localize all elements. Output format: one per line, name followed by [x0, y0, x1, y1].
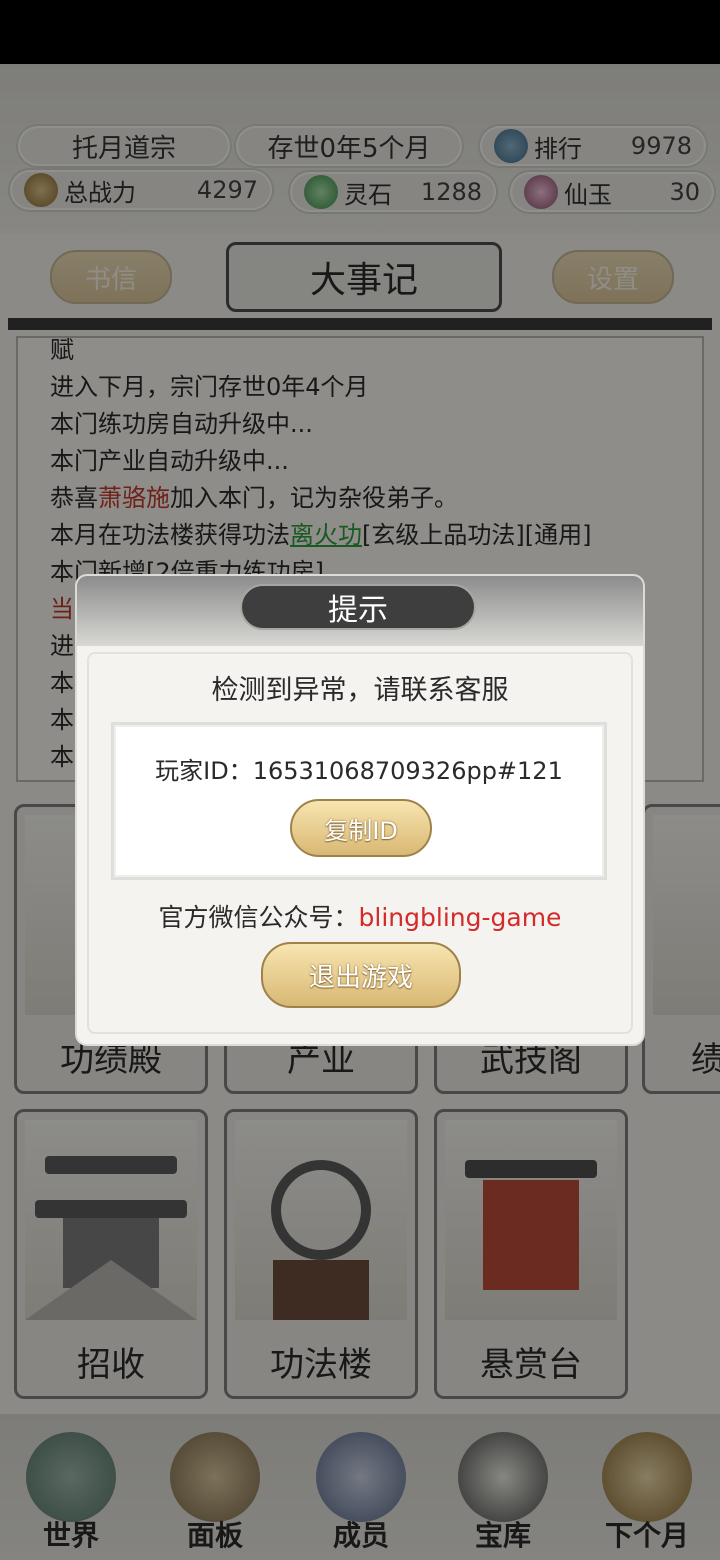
- dialog-title: 提示: [240, 584, 476, 630]
- player-id-label: 玩家ID：: [155, 757, 253, 785]
- wechat-account: blingbling-game: [358, 903, 562, 932]
- app-window: 托月道宗 存世0年5个月 排行 9978 总战力 4297 灵石 1288 仙玉…: [0, 0, 720, 1560]
- player-id-value: 16531068709326pp#121: [252, 757, 563, 785]
- wechat-account-line: 官方微信公众号：blingbling-game: [77, 898, 643, 934]
- dialog-message: 检测到异常，请联系客服: [211, 675, 509, 706]
- status-bar: [0, 0, 720, 64]
- wechat-label: 官方微信公众号：: [158, 903, 359, 932]
- player-id-box: 玩家ID：16531068709326pp#121 复制ID: [111, 722, 607, 880]
- player-id-line: 玩家ID：16531068709326pp#121: [114, 751, 604, 786]
- game-screen: 托月道宗 存世0年5个月 排行 9978 总战力 4297 灵石 1288 仙玉…: [0, 64, 720, 1560]
- exit-game-button[interactable]: 退出游戏: [261, 942, 461, 1008]
- alert-dialog: 提示 检测到异常，请联系客服 玩家ID：16531068709326pp#121…: [77, 576, 643, 1044]
- copy-id-button[interactable]: 复制ID: [290, 799, 432, 857]
